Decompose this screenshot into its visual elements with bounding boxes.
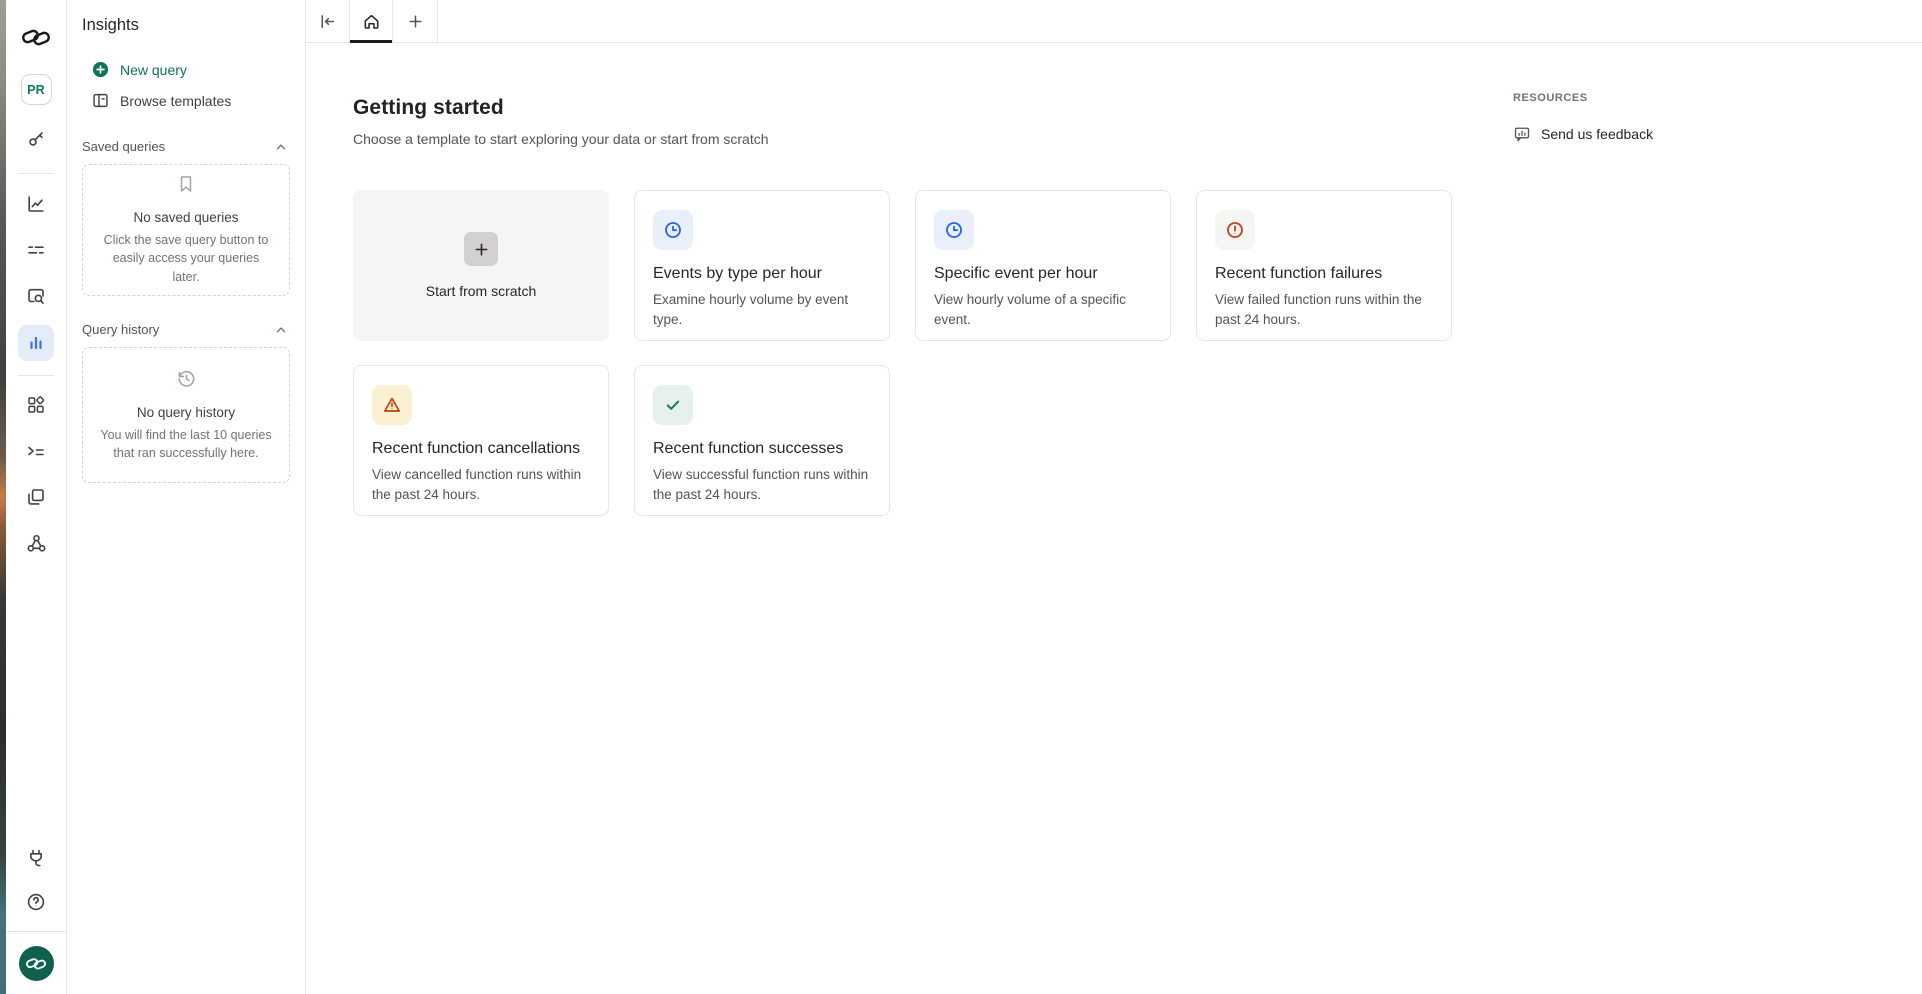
help-icon[interactable] bbox=[19, 885, 53, 919]
send-feedback-button[interactable]: Send us feedback bbox=[1513, 125, 1653, 143]
start-from-scratch-card[interactable]: Start from scratch bbox=[353, 190, 609, 341]
plus-icon bbox=[464, 232, 498, 266]
resources-header: RESOURCES bbox=[1513, 92, 1653, 104]
template-card-specific-event[interactable]: Specific event per hour View hourly volu… bbox=[915, 190, 1171, 341]
templates-panel-icon bbox=[92, 92, 109, 109]
runs-icon[interactable] bbox=[19, 233, 53, 267]
chevron-up-icon[interactable] bbox=[274, 140, 288, 154]
browse-templates-button[interactable]: Browse templates bbox=[67, 92, 305, 109]
webhooks-icon[interactable] bbox=[19, 526, 53, 560]
history-clock-icon bbox=[176, 368, 197, 394]
template-card-function-successes[interactable]: Recent function successes View successfu… bbox=[634, 365, 890, 516]
saved-queries-empty-state: No saved queries Click the save query bu… bbox=[82, 164, 290, 296]
template-card-function-cancellations[interactable]: Recent function cancellations View cance… bbox=[353, 365, 609, 516]
saved-queries-header: Saved queries bbox=[67, 139, 305, 154]
card-description: View successful function runs within the… bbox=[653, 465, 871, 504]
rail-divider bbox=[18, 173, 54, 174]
integrations-plug-icon[interactable] bbox=[19, 841, 53, 875]
empty-body: You will find the last 10 queries that r… bbox=[93, 426, 279, 462]
new-query-button[interactable]: New query bbox=[67, 61, 305, 78]
main-area: Getting started Choose a template to sta… bbox=[306, 0, 1922, 994]
check-icon bbox=[653, 385, 693, 425]
query-history-empty-state: No query history You will find the last … bbox=[82, 347, 290, 483]
resources-section: RESOURCES Send us feedback bbox=[1513, 92, 1653, 143]
apps-icon[interactable] bbox=[19, 388, 53, 422]
functions-icon[interactable] bbox=[19, 434, 53, 468]
saved-queries-label: Saved queries bbox=[82, 139, 165, 154]
metrics-icon[interactable] bbox=[19, 187, 53, 221]
tab-home[interactable] bbox=[350, 0, 393, 42]
card-title: Specific event per hour bbox=[934, 265, 1152, 283]
tab-bar bbox=[306, 0, 1922, 43]
query-history-label: Query history bbox=[82, 322, 159, 337]
alert-circle-icon bbox=[1215, 210, 1255, 250]
user-avatar[interactable] bbox=[19, 946, 54, 981]
card-description: View failed function runs within the pas… bbox=[1215, 290, 1433, 329]
plus-circle-icon bbox=[92, 61, 109, 78]
card-title: Recent function successes bbox=[653, 440, 871, 458]
template-card-function-failures[interactable]: Recent function failures View failed fun… bbox=[1196, 190, 1452, 341]
environment-badge[interactable]: PR bbox=[21, 74, 52, 105]
insights-icon[interactable] bbox=[18, 325, 54, 361]
query-history-header: Query history bbox=[67, 322, 305, 337]
collapse-sidebar-button[interactable] bbox=[306, 0, 350, 42]
icon-rail: PR bbox=[6, 0, 67, 994]
send-feedback-label: Send us feedback bbox=[1541, 126, 1653, 142]
card-title: Events by type per hour bbox=[653, 265, 871, 283]
browse-templates-label: Browse templates bbox=[120, 93, 231, 109]
page-title: Getting started bbox=[353, 96, 1922, 120]
template-card-events-by-type[interactable]: Events by type per hour Examine hourly v… bbox=[634, 190, 890, 341]
template-cards-grid: Start from scratch Events by type per ho… bbox=[353, 190, 1455, 516]
sidebar-title: Insights bbox=[67, 16, 305, 35]
search-logs-icon[interactable] bbox=[19, 279, 53, 313]
empty-title: No saved queries bbox=[133, 210, 238, 225]
new-tab-button[interactable] bbox=[393, 0, 438, 42]
card-description: Examine hourly volume by event type. bbox=[653, 290, 871, 329]
rail-divider bbox=[6, 931, 67, 932]
insights-sidebar: Insights New query Browse templates Save… bbox=[67, 0, 306, 994]
card-title: Recent function failures bbox=[1215, 265, 1433, 283]
start-from-scratch-label: Start from scratch bbox=[426, 283, 536, 299]
warning-triangle-icon bbox=[372, 385, 412, 425]
card-description: View hourly volume of a specific event. bbox=[934, 290, 1152, 329]
card-description: View cancelled function runs within the … bbox=[372, 465, 590, 504]
chevron-up-icon[interactable] bbox=[274, 323, 288, 337]
inngest-logo-icon bbox=[19, 20, 53, 54]
key-icon[interactable] bbox=[19, 121, 53, 155]
getting-started-content: Getting started Choose a template to sta… bbox=[306, 43, 1922, 994]
clock-icon bbox=[934, 210, 974, 250]
feedback-icon bbox=[1513, 125, 1531, 143]
new-query-label: New query bbox=[120, 62, 187, 78]
bookmark-icon bbox=[176, 174, 196, 199]
home-icon bbox=[362, 12, 381, 31]
page-subtitle: Choose a template to start exploring you… bbox=[353, 131, 1922, 147]
empty-title: No query history bbox=[137, 405, 235, 420]
rail-divider bbox=[18, 375, 54, 376]
clock-icon bbox=[653, 210, 693, 250]
windows-icon[interactable] bbox=[19, 480, 53, 514]
card-title: Recent function cancellations bbox=[372, 440, 590, 458]
empty-body: Click the save query button to easily ac… bbox=[93, 231, 279, 285]
